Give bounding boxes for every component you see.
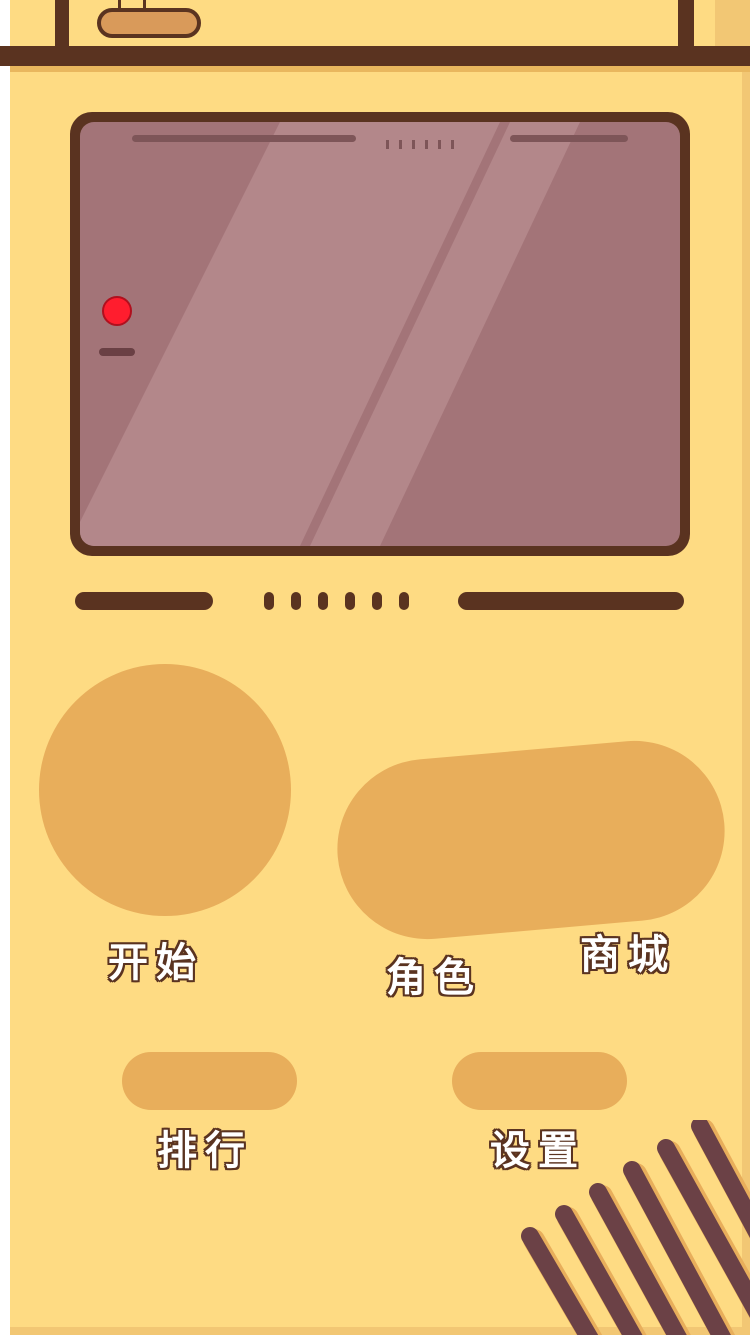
screen-dot — [399, 140, 402, 149]
speaker-dot — [345, 592, 355, 610]
game-screen — [80, 122, 680, 546]
speaker-dot — [399, 592, 409, 610]
role-label[interactable]: 角色 — [386, 945, 482, 1003]
start-button[interactable] — [39, 664, 291, 916]
speaker-dot — [318, 592, 328, 610]
top-right-post — [678, 0, 694, 48]
speaker-dot — [372, 592, 382, 610]
speaker-grille-icon — [521, 1120, 750, 1335]
speaker-dot — [264, 592, 274, 610]
start-label[interactable]: 开始 — [108, 930, 204, 988]
shop-label[interactable]: 商城 — [580, 922, 676, 980]
settings-button[interactable] — [452, 1052, 627, 1110]
speaker-bar-left — [75, 592, 213, 610]
speaker-dot — [291, 592, 301, 610]
screen-glare — [80, 122, 580, 546]
screen-dot — [425, 140, 428, 149]
screen-indicator-dots — [386, 134, 464, 153]
top-divider-shade — [10, 66, 750, 72]
screen-dot — [451, 140, 454, 149]
screen-dot — [386, 140, 389, 149]
screen-dot — [412, 140, 415, 149]
screen-top-line-right — [510, 135, 628, 142]
red-led-icon — [102, 296, 132, 326]
led-label-dash — [99, 348, 135, 356]
screen-top-line-left — [132, 135, 356, 142]
top-left-post — [55, 0, 69, 48]
rank-button[interactable] — [122, 1052, 297, 1110]
speaker-bar-right — [458, 592, 684, 610]
screen-dot — [438, 140, 441, 149]
top-right-panel — [715, 0, 750, 48]
cartridge-icon — [97, 8, 201, 38]
top-divider-bar — [0, 46, 750, 66]
rank-label[interactable]: 排行 — [157, 1118, 253, 1176]
